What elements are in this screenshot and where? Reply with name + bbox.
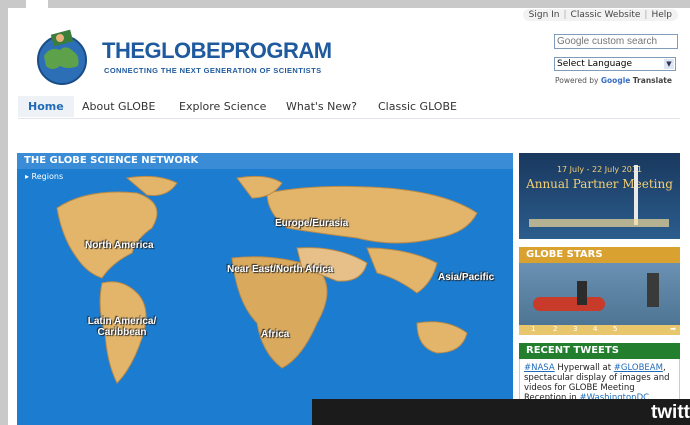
globe-logo-icon: [37, 29, 87, 85]
region-near-east-north-africa[interactable]: Near East/North Africa: [227, 264, 333, 275]
logo-title: THEGLOBEPROGRAM: [102, 38, 332, 63]
globe-stars-pager: 1 2 3 4 5 ➡: [519, 325, 680, 335]
capitol-icon: [529, 219, 669, 227]
person-icon: [647, 273, 659, 307]
main-nav: Home About GLOBE Explore Science What's …: [18, 96, 680, 119]
tweet-hashtag-globeam[interactable]: #GLOBEAM: [614, 363, 663, 373]
sign-in-link[interactable]: Sign In: [529, 10, 560, 20]
window-edge: [0, 0, 8, 425]
world-map[interactable]: [17, 153, 513, 425]
powered-by-translate: Powered by Google Translate: [555, 76, 672, 85]
regions-link[interactable]: ▸ Regions: [25, 172, 63, 181]
top-links: Sign In | Classic Website | Help: [522, 9, 678, 21]
tweet-hashtag-nasa[interactable]: #NASA: [524, 363, 555, 373]
tweet-text: Hyperwall at: [554, 363, 614, 373]
language-select[interactable]: Select Language ▼: [554, 57, 676, 71]
globe-stars-image[interactable]: [519, 263, 680, 325]
recent-tweets-header: RECENT TWEETS: [519, 343, 680, 359]
monument-icon: [634, 165, 638, 225]
globe-stars-header: GLOBE STARS: [519, 247, 680, 263]
stars-page-5[interactable]: 5: [613, 325, 617, 333]
nav-about-globe[interactable]: About GLOBE: [82, 100, 155, 113]
partner-meeting-dates: 17 July - 22 July 2011: [556, 165, 643, 174]
globe-logo[interactable]: THEGLOBEPROGRAM CONNECTING THE NEXT GENE…: [30, 26, 332, 88]
twitter-widget-bar: twitt: [312, 399, 690, 425]
twitter-logo[interactable]: twitt: [651, 402, 690, 424]
nav-explore-science[interactable]: Explore Science: [179, 100, 266, 113]
powered-prefix: Powered by: [555, 76, 599, 85]
stars-page-3[interactable]: 3: [573, 325, 577, 333]
logo-subtitle: CONNECTING THE NEXT GENERATION OF SCIENT…: [104, 66, 322, 75]
classic-website-link[interactable]: Classic Website: [571, 10, 641, 20]
help-link[interactable]: Help: [651, 10, 672, 20]
partner-meeting-banner[interactable]: 17 July - 22 July 2011 Annual Partner Me…: [519, 153, 680, 239]
region-asia-pacific[interactable]: Asia/Pacific: [438, 272, 494, 283]
boat-icon: [533, 297, 605, 311]
stars-page-2[interactable]: 2: [553, 325, 557, 333]
google-brand: Google: [600, 76, 631, 85]
stars-page-1[interactable]: 1: [531, 325, 535, 333]
region-latin-america-caribbean[interactable]: Latin America/ Caribbean: [87, 316, 157, 338]
map-title: THE GLOBE SCIENCE NETWORK: [17, 153, 513, 169]
nav-home[interactable]: Home: [18, 96, 74, 117]
region-europe-eurasia[interactable]: Europe/Eurasia: [275, 218, 348, 229]
language-select-value: Select Language: [557, 59, 633, 69]
person-icon: [577, 281, 587, 305]
next-arrow-icon[interactable]: ➡: [670, 325, 676, 333]
chevron-down-icon: ▼: [664, 59, 674, 69]
stars-page-4[interactable]: 4: [593, 325, 597, 333]
science-network-map: THE GLOBE SCIENCE NETWORK ▸ Regions Nort…: [17, 153, 513, 425]
region-north-america[interactable]: North America: [85, 240, 154, 251]
search-input[interactable]: [554, 34, 678, 49]
nav-whats-new[interactable]: What's New?: [286, 100, 357, 113]
region-africa[interactable]: Africa: [261, 329, 289, 340]
window-edge-tab: [26, 0, 48, 8]
partner-meeting-title: Annual Partner Meeting: [526, 177, 673, 191]
page: Sign In | Classic Website | Help THEGLOBEPRO…: [8, 8, 690, 425]
nav-classic-globe[interactable]: Classic GLOBE: [378, 100, 457, 113]
translate-label: Translate: [632, 76, 672, 85]
